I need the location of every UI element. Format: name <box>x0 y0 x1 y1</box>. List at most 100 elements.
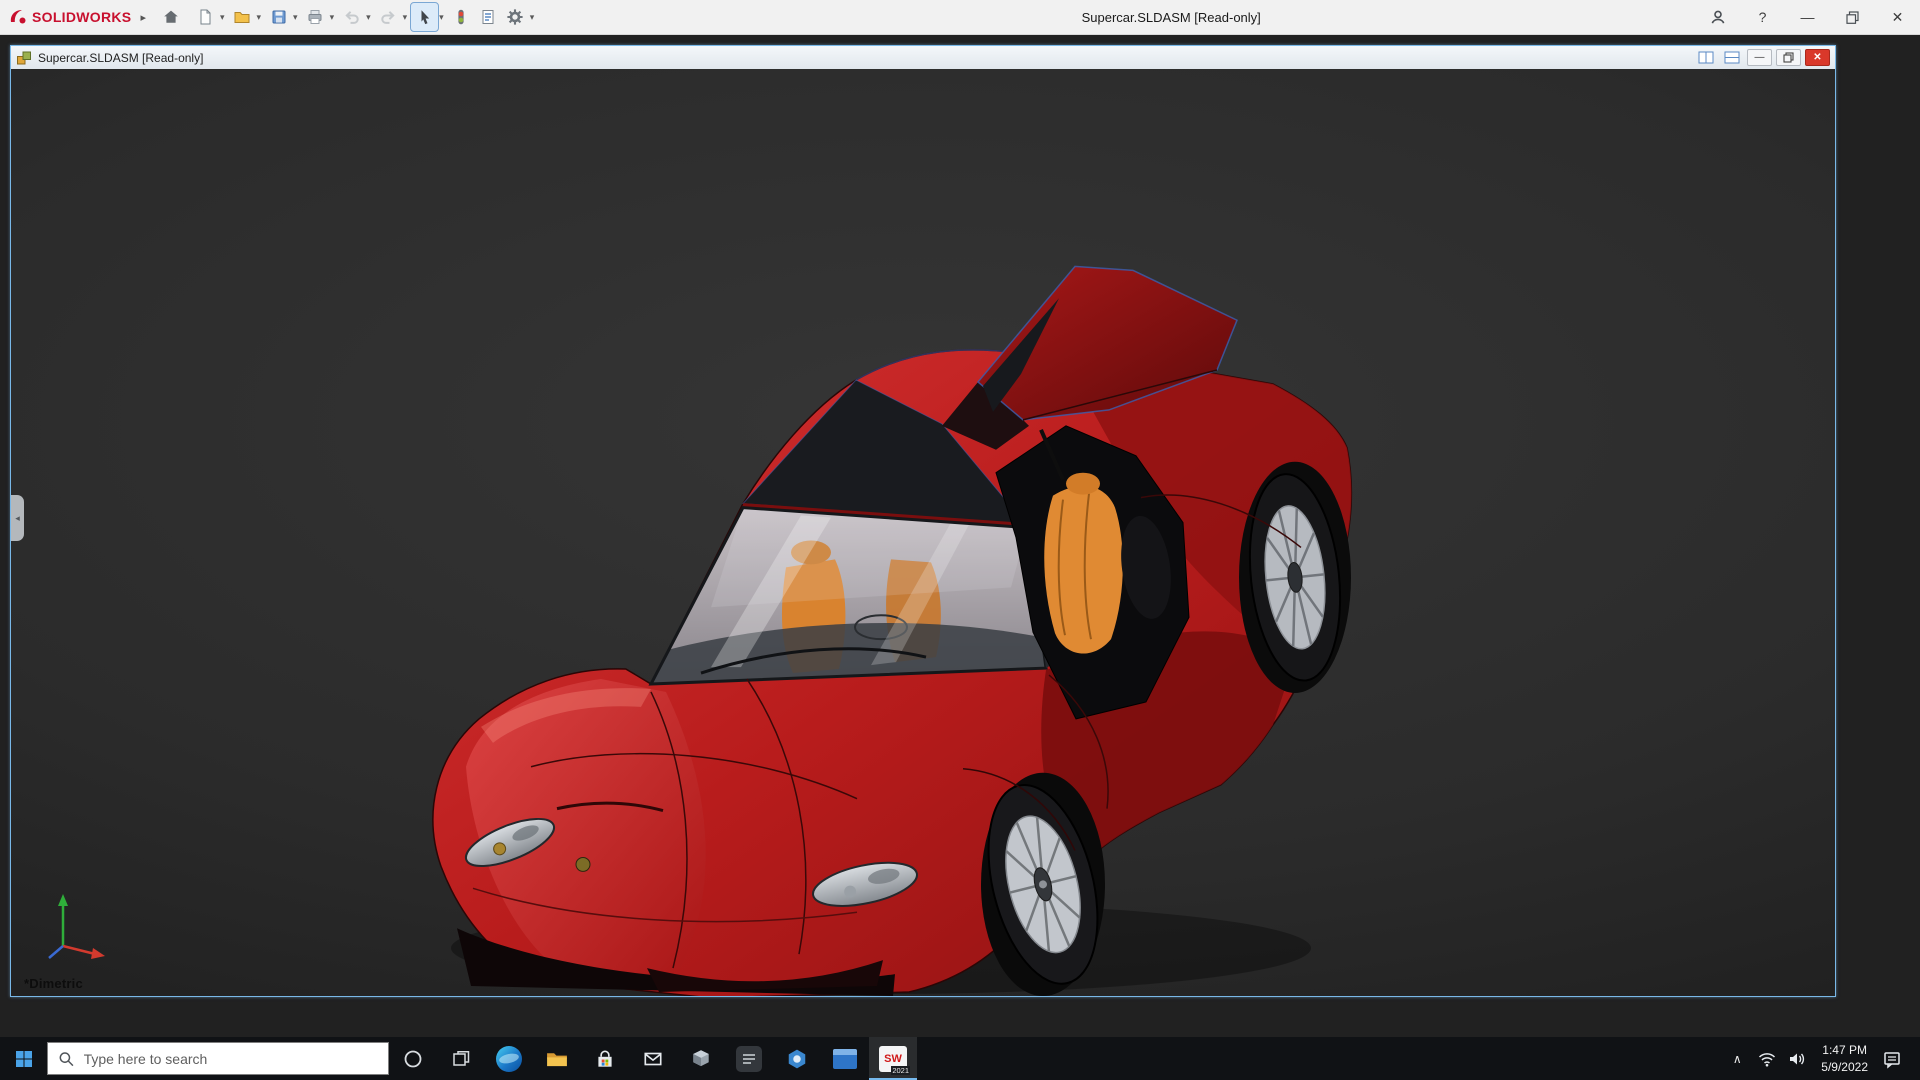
dark-app-icon <box>736 1046 762 1072</box>
action-center-button[interactable] <box>1879 1044 1905 1074</box>
print-button[interactable] <box>302 3 329 31</box>
select-cursor-icon <box>416 8 434 26</box>
home-icon <box>162 8 180 26</box>
app-titlebar: SOLIDWORKS ▸ ▾ ▾ ▾ ▾ <box>0 0 1920 35</box>
windows-taskbar: SW 2021 ∧ 1:47 PM 5/9/2022 <box>0 1037 1920 1080</box>
tray-expand-button[interactable]: ∧ <box>1724 1044 1750 1074</box>
assembly-file-icon <box>16 50 32 66</box>
gear-icon <box>506 8 524 26</box>
doc-minimize-button[interactable]: — <box>1747 49 1772 66</box>
wifi-icon <box>1757 1049 1777 1069</box>
solidworks-version-badge: 2021 <box>891 1066 910 1075</box>
split-view-vertical-button[interactable] <box>1695 50 1717 66</box>
open-dropdown[interactable]: ▾ <box>256 12 266 23</box>
document-title: Supercar.SLDASM [Read-only] <box>38 51 203 65</box>
taskbar-mail-button[interactable] <box>629 1037 677 1080</box>
clock-date: 5/9/2022 <box>1821 1059 1868 1075</box>
store-icon <box>594 1048 616 1070</box>
redo-dropdown[interactable]: ▾ <box>402 12 412 23</box>
doc-restore-icon <box>1783 52 1794 63</box>
undo-icon <box>343 8 361 26</box>
windows-logo-icon <box>14 1049 34 1069</box>
orientation-triad[interactable] <box>39 886 113 964</box>
new-document-button[interactable] <box>192 3 219 31</box>
document-titlebar[interactable]: Supercar.SLDASM [Read-only] — ✕ <box>11 46 1835 69</box>
file-properties-button[interactable] <box>475 3 502 31</box>
graphics-viewport[interactable]: ◂ *Dimetric <box>11 69 1835 996</box>
app-restore-button[interactable] <box>1830 0 1875 35</box>
home-button[interactable] <box>158 3 185 31</box>
solidworks-app: SOLIDWORKS ▸ ▾ ▾ ▾ ▾ <box>0 0 1920 1080</box>
network-button[interactable] <box>1754 1044 1780 1074</box>
hexagon-app-icon <box>786 1048 808 1070</box>
start-button[interactable] <box>0 1037 47 1080</box>
quick-access-toolbar: ▾ ▾ ▾ ▾ ▾ ▾ ▾ <box>158 3 538 31</box>
doc-close-button[interactable]: ✕ <box>1805 49 1830 66</box>
file-explorer-icon <box>545 1048 569 1069</box>
save-icon <box>270 8 288 26</box>
app-title: Supercar.SLDASM [Read-only] <box>1082 10 1261 25</box>
restore-icon <box>1845 10 1860 25</box>
open-button[interactable] <box>229 3 256 31</box>
window-app-icon <box>833 1049 857 1069</box>
open-folder-icon <box>233 8 251 26</box>
task-view-icon <box>451 1049 471 1069</box>
rebuild-button[interactable] <box>448 3 475 31</box>
solidworks-logo-icon <box>8 8 28 26</box>
save-dropdown[interactable]: ▾ <box>292 12 302 23</box>
mdi-client-area: Supercar.SLDASM [Read-only] — ✕ <box>0 35 1920 1037</box>
clock-time: 1:47 PM <box>1821 1042 1868 1058</box>
taskbar-store-button[interactable] <box>581 1037 629 1080</box>
account-icon <box>1709 8 1727 26</box>
taskbar-edge-button[interactable] <box>485 1037 533 1080</box>
volume-button[interactable] <box>1784 1044 1810 1074</box>
task-view-button[interactable] <box>437 1037 485 1080</box>
cortana-button[interactable] <box>389 1037 437 1080</box>
select-tool-dropdown[interactable]: ▾ <box>438 12 448 23</box>
redo-button[interactable] <box>375 3 402 31</box>
app-minimize-button[interactable]: — <box>1785 0 1830 35</box>
solidworks-menu-button[interactable]: SOLIDWORKS <box>8 8 131 26</box>
search-input[interactable] <box>84 1051 378 1067</box>
car-model[interactable] <box>11 69 1835 996</box>
options-dropdown[interactable]: ▾ <box>529 12 539 23</box>
taskbar-clock[interactable]: 1:47 PM 5/9/2022 <box>1814 1042 1875 1074</box>
options-button[interactable] <box>502 3 529 31</box>
system-tray: ∧ 1:47 PM 5/9/2022 <box>1724 1037 1920 1080</box>
view-orientation-label: *Dimetric <box>24 976 83 991</box>
document-window: Supercar.SLDASM [Read-only] — ✕ <box>10 45 1836 997</box>
taskbar-cad-hexagon-button[interactable] <box>773 1037 821 1080</box>
edge-icon <box>496 1046 522 1072</box>
redo-icon <box>379 8 397 26</box>
undo-button[interactable] <box>338 3 365 31</box>
taskbar-solidworks-button[interactable]: SW 2021 <box>869 1037 917 1080</box>
select-tool-button[interactable] <box>411 3 438 31</box>
new-document-icon <box>196 8 214 26</box>
menu-flyout-arrow[interactable]: ▸ <box>140 11 146 24</box>
save-button[interactable] <box>265 3 292 31</box>
account-button[interactable] <box>1695 0 1740 35</box>
featuremanager-collapse-handle[interactable]: ◂ <box>11 495 24 541</box>
split-horizontal-icon <box>1724 51 1740 64</box>
print-icon <box>306 8 324 26</box>
new-document-dropdown[interactable]: ▾ <box>219 12 229 23</box>
undo-dropdown[interactable]: ▾ <box>365 12 375 23</box>
taskbar-app-dark-button[interactable] <box>725 1037 773 1080</box>
taskbar-3d-viewer-button[interactable] <box>677 1037 725 1080</box>
rebuild-stoplight-icon <box>452 8 470 26</box>
doc-restore-button[interactable] <box>1776 49 1801 66</box>
taskbar-app-window-button[interactable] <box>821 1037 869 1080</box>
taskbar-search[interactable] <box>47 1042 389 1075</box>
help-button[interactable]: ? <box>1740 0 1785 35</box>
mail-icon <box>642 1048 664 1070</box>
search-icon <box>58 1050 75 1068</box>
app-close-button[interactable]: ✕ <box>1875 0 1920 35</box>
app-window-controls: ? — ✕ <box>1695 0 1920 35</box>
cortana-icon <box>402 1048 424 1070</box>
taskbar-file-explorer-button[interactable] <box>533 1037 581 1080</box>
print-dropdown[interactable]: ▾ <box>329 12 339 23</box>
file-properties-icon <box>479 8 497 26</box>
split-vertical-icon <box>1698 51 1714 64</box>
solidworks-brand-text: SOLIDWORKS <box>32 9 131 25</box>
split-view-horizontal-button[interactable] <box>1721 50 1743 66</box>
